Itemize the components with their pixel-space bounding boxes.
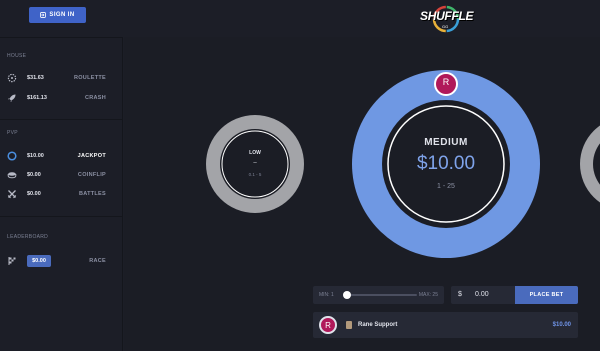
top-bar: SIGN IN SHUFFLE GG [0, 0, 600, 37]
race-label: RACE [89, 258, 106, 264]
coinflip-label: COINFLIP [77, 172, 106, 178]
rank-badge-icon [346, 321, 352, 329]
bet-amount-input[interactable]: 0.00 [475, 291, 489, 298]
race-flag-icon [8, 257, 16, 265]
jackpot-amount: $10.00 [27, 153, 44, 159]
slider-track[interactable] [343, 291, 417, 299]
sidebar-item-coinflip[interactable]: $0.00 COINFLIP [0, 168, 123, 182]
logo-subtext: GG [442, 24, 449, 29]
sidebar-divider [0, 119, 123, 120]
slider-max-label: MAX: 25 [418, 292, 438, 298]
swords-icon [7, 190, 17, 199]
bet-range-slider[interactable]: MIN: 1 MAX: 25 [313, 286, 444, 304]
sidebar-item-crash[interactable]: $161.13 CRASH [0, 91, 123, 105]
roulette-amount: $31.63 [27, 75, 44, 81]
sidebar-divider [0, 216, 123, 217]
medium-ring-amount: $10.00 [416, 153, 476, 174]
section-title-house: HOUSE [7, 53, 27, 59]
sign-in-button[interactable]: SIGN IN [29, 7, 86, 23]
crash-amount: $161.13 [27, 95, 47, 101]
medium-ring-title: MEDIUM [424, 137, 468, 148]
shuffle-logo[interactable]: SHUFFLE GG [416, 4, 476, 34]
coin-icon [7, 172, 17, 179]
low-ring-title: LOW [249, 150, 261, 156]
battles-amount: $0.00 [27, 191, 41, 197]
low-ring-range: 0.1 - 5 [248, 172, 262, 177]
sidebar-item-race[interactable]: $0.00 RACE [0, 254, 123, 268]
jackpot-ring-icon [7, 151, 17, 161]
crash-label: CRASH [84, 95, 106, 101]
race-amount-badge: $0.00 [27, 255, 51, 267]
roulette-label: ROULETTE [73, 75, 106, 81]
jackpot-next-ring[interactable] [580, 117, 600, 211]
place-bet-button[interactable]: PLACE BET [515, 286, 578, 304]
roulette-icon [7, 73, 17, 83]
jackpot-label: JACKPOT [77, 153, 106, 159]
sidebar-item-battles[interactable]: $0.00 BATTLES [0, 187, 123, 201]
jackpot-rings [206, 70, 600, 258]
logo-text: SHUFFLE [420, 9, 474, 23]
player-name[interactable]: Rane Support [358, 322, 397, 328]
sidebar: HOUSE $31.63 ROULETTE $161.13 CRASH PVP … [0, 37, 123, 351]
rocket-icon [8, 94, 16, 102]
low-ring-amount: – [253, 160, 257, 166]
sidebar-divider [0, 37, 123, 38]
player-list-item: R Rane Support $10.00 [313, 312, 578, 338]
slider-min-label: MIN: 1 [319, 292, 334, 298]
player-bet-amount: $10.00 [552, 322, 571, 328]
medium-ring-range: 1 - 25 [437, 183, 455, 190]
sign-in-icon [40, 12, 47, 18]
sidebar-item-roulette[interactable]: $31.63 ROULETTE [0, 71, 123, 85]
bet-amount-box: $ 0.00 PLACE BET [451, 286, 578, 304]
sidebar-item-jackpot[interactable]: $10.00 JACKPOT [0, 149, 123, 163]
bet-currency-symbol: $ [458, 291, 462, 298]
sign-in-label: SIGN IN [49, 12, 75, 18]
coinflip-amount: $0.00 [27, 172, 41, 178]
section-title-pvp: PVP [7, 130, 18, 136]
medium-ring-avatar-initial: R [442, 77, 450, 87]
battles-label: BATTLES [78, 191, 106, 197]
slider-thumb[interactable] [343, 291, 351, 299]
player-avatar[interactable]: R [319, 316, 337, 334]
section-title-leaderboard: LEADERBOARD [7, 234, 49, 240]
